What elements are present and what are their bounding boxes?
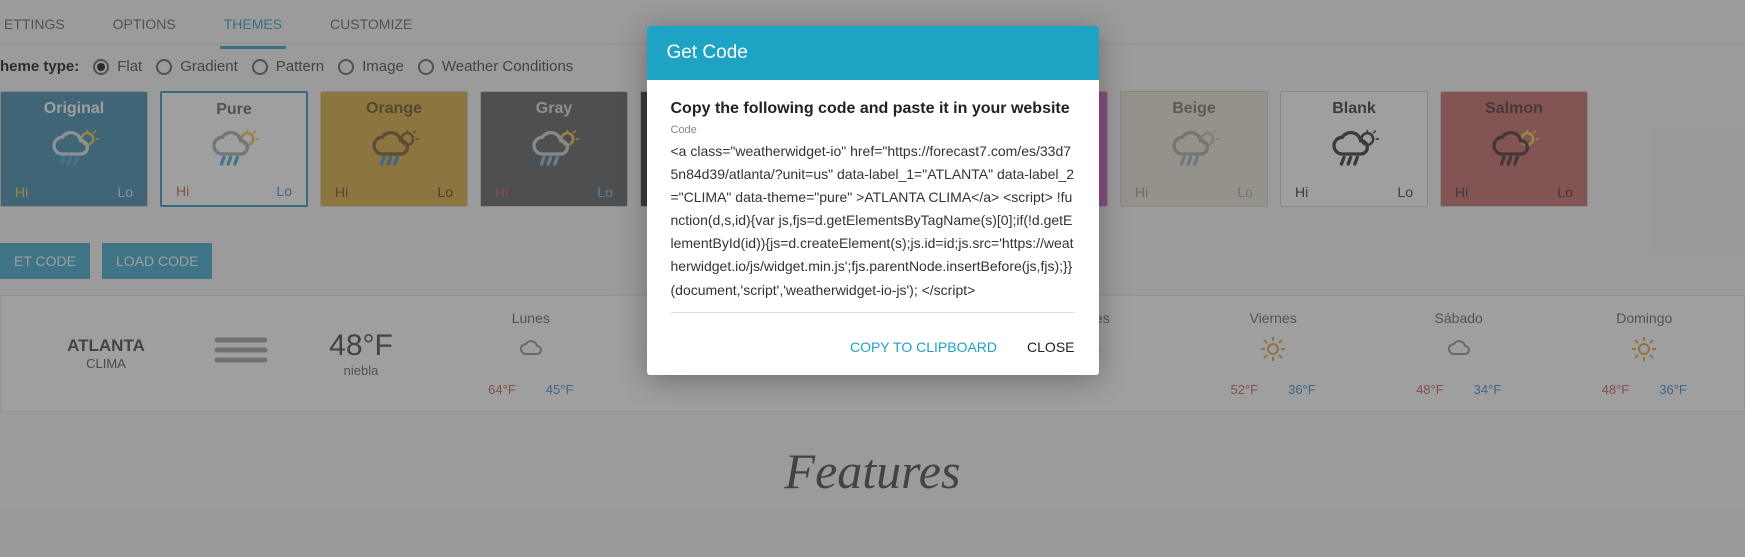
modal-code-content[interactable]: <a class="weatherwidget-io" href="https:… xyxy=(671,140,1075,313)
close-button[interactable]: CLOSE xyxy=(1027,339,1074,355)
modal-overlay[interactable]: Get Code Copy the following code and pas… xyxy=(0,0,1745,557)
get-code-modal: Get Code Copy the following code and pas… xyxy=(647,26,1099,375)
modal-title: Get Code xyxy=(647,26,1099,80)
modal-code-label: Code xyxy=(671,124,1075,136)
modal-instruction: Copy the following code and paste it in … xyxy=(671,100,1075,118)
copy-to-clipboard-button[interactable]: COPY TO CLIPBOARD xyxy=(850,339,997,355)
